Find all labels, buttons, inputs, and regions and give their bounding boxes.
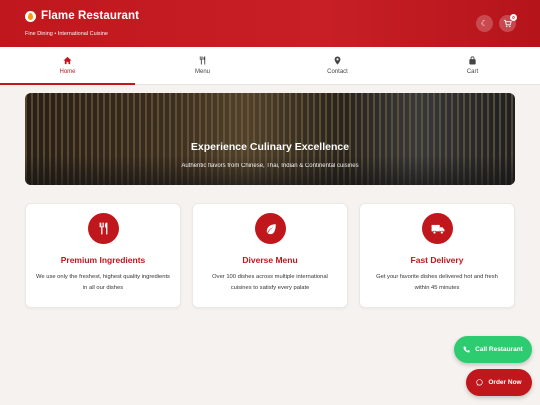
feature-card-menu: Diverse Menu Over 100 dishes across mult… — [192, 203, 348, 308]
nav-label-menu: Menu — [194, 69, 210, 75]
app-header: Flame Restaurant Fine Dining • Internati… — [0, 0, 540, 47]
utensils-icon — [199, 56, 206, 65]
map-pin-icon — [334, 56, 341, 65]
main-nav: Home Menu Contact Cart — [0, 47, 540, 85]
nav-label-home: Home — [59, 69, 76, 75]
phone-icon — [463, 346, 470, 353]
feature-title: Diverse Menu — [242, 255, 298, 265]
feature-text: Get your favorite dishes delivered hot a… — [376, 274, 498, 291]
nav-label-contact: Contact — [327, 69, 348, 75]
nav-item-contact[interactable]: Contact — [270, 47, 405, 84]
brand[interactable]: Flame Restaurant — [25, 10, 139, 22]
tagline: Fine Dining • International Cuisine — [25, 31, 108, 37]
hero-banner: Experience Culinary Excellence Authentic… — [25, 93, 515, 185]
feature-text: Over 100 dishes across multiple internat… — [212, 274, 328, 291]
feature-card-ingredients: Premium Ingredients We use only the fres… — [25, 203, 181, 308]
leaf-icon — [255, 213, 286, 244]
hero-subtitle: Authentic flavors from Chinese, Thai, In… — [181, 163, 359, 169]
bag-icon — [469, 56, 476, 65]
feature-text: We use only the freshest, highest qualit… — [36, 274, 170, 291]
hero-image — [25, 155, 515, 185]
call-restaurant-button[interactable]: Call Restaurant — [454, 336, 532, 363]
order-now-label: Order Now — [488, 379, 522, 386]
chat-icon — [476, 379, 484, 386]
flame-icon — [25, 10, 36, 22]
nav-label-cart: Cart — [466, 69, 479, 75]
order-now-button[interactable]: Order Now — [466, 369, 532, 396]
feature-card-delivery: Fast Delivery Get your favorite dishes d… — [359, 203, 515, 308]
nav-item-cart[interactable]: Cart — [405, 47, 540, 84]
hero-title: Experience Culinary Excellence — [190, 141, 350, 153]
utensils-icon — [88, 213, 119, 244]
moon-icon: ☾ — [480, 19, 489, 28]
nav-item-home[interactable]: Home — [0, 47, 135, 85]
truck-icon — [422, 213, 453, 244]
cart-count-badge: 0 — [510, 14, 517, 21]
feature-title: Fast Delivery — [410, 255, 464, 265]
nav-item-menu[interactable]: Menu — [135, 47, 270, 84]
feature-title: Premium Ingredients — [60, 255, 146, 265]
call-restaurant-label: Call Restaurant — [475, 346, 523, 353]
brand-name: Flame Restaurant — [41, 10, 140, 22]
theme-toggle-button[interactable]: ☾ — [476, 15, 493, 32]
home-icon — [63, 56, 72, 65]
